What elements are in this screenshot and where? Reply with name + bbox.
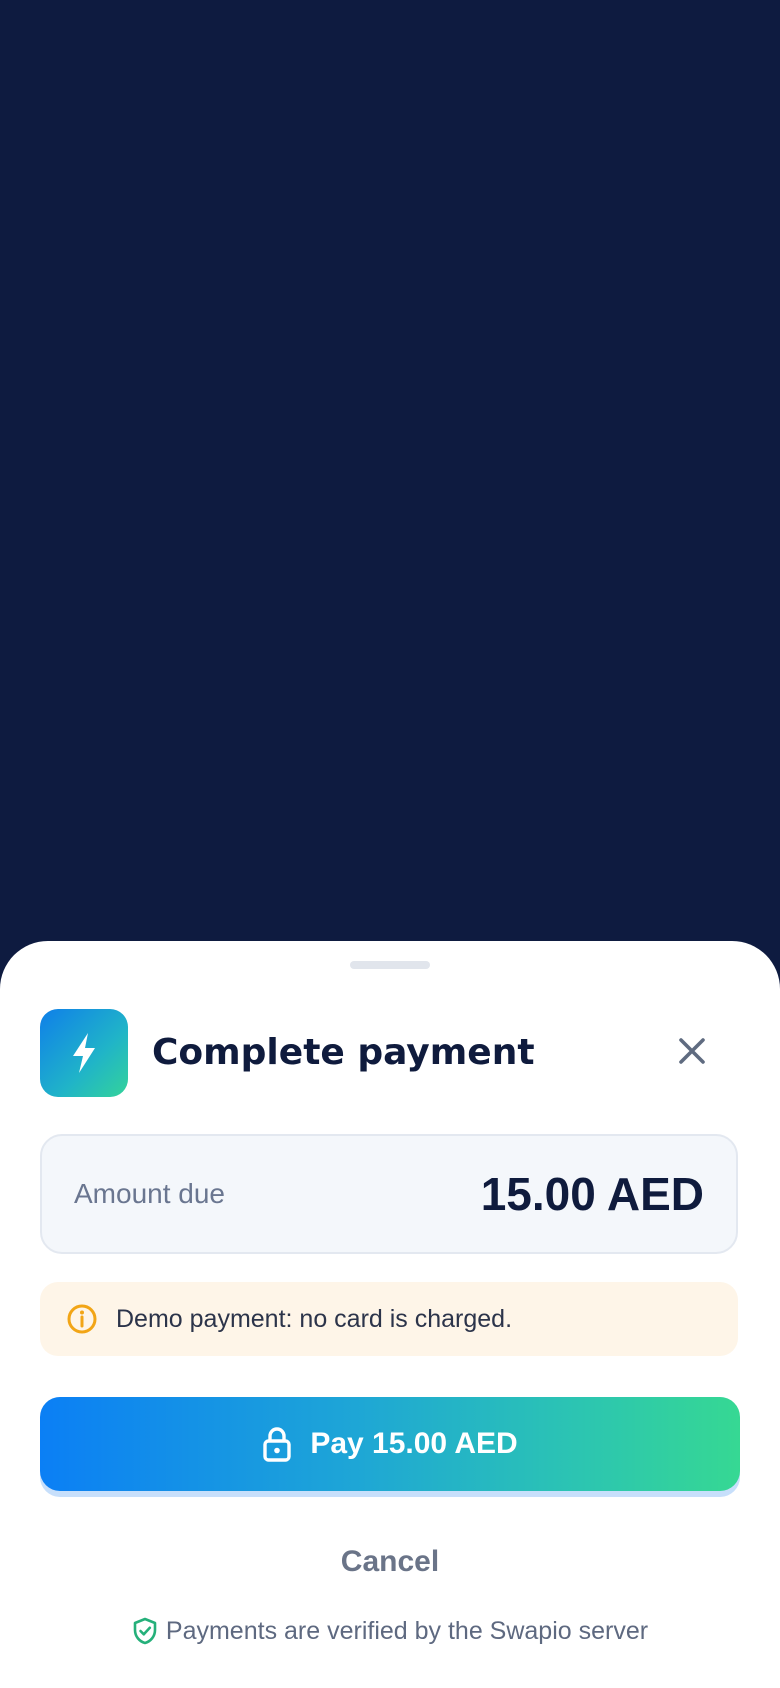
cancel-button[interactable]: Cancel xyxy=(290,1537,490,1587)
verification-footer: Payments are verified by the Swapio serv… xyxy=(0,1611,780,1651)
sheet-drag-handle[interactable] xyxy=(350,961,430,969)
lock-icon xyxy=(263,1427,292,1462)
pay-button[interactable]: Pay 15.00 AED xyxy=(40,1397,740,1491)
info-icon xyxy=(67,1304,97,1334)
demo-notice-banner: Demo payment: no card is charged. xyxy=(40,1282,738,1356)
verification-footer-text: Payments are verified by the Swapio serv… xyxy=(165,1617,649,1645)
shield-check-icon xyxy=(133,1617,157,1645)
close-button[interactable] xyxy=(668,1027,716,1075)
lightning-bolt-icon xyxy=(73,1033,95,1073)
pay-button-label: Pay 15.00 AED xyxy=(310,1427,518,1460)
sheet-title: Complete payment xyxy=(152,1032,535,1073)
demo-notice-text: Demo payment: no card is charged. xyxy=(116,1305,513,1333)
amount-due-card: Amount due 15.00 AED xyxy=(40,1134,738,1254)
close-icon xyxy=(679,1038,705,1064)
amount-due-value: 15.00 AED xyxy=(480,1168,704,1220)
amount-due-label: Amount due xyxy=(74,1178,225,1209)
payment-app-icon xyxy=(40,1009,128,1097)
payment-bottom-sheet: Complete payment Amount due 15.00 AED De… xyxy=(0,941,780,1688)
